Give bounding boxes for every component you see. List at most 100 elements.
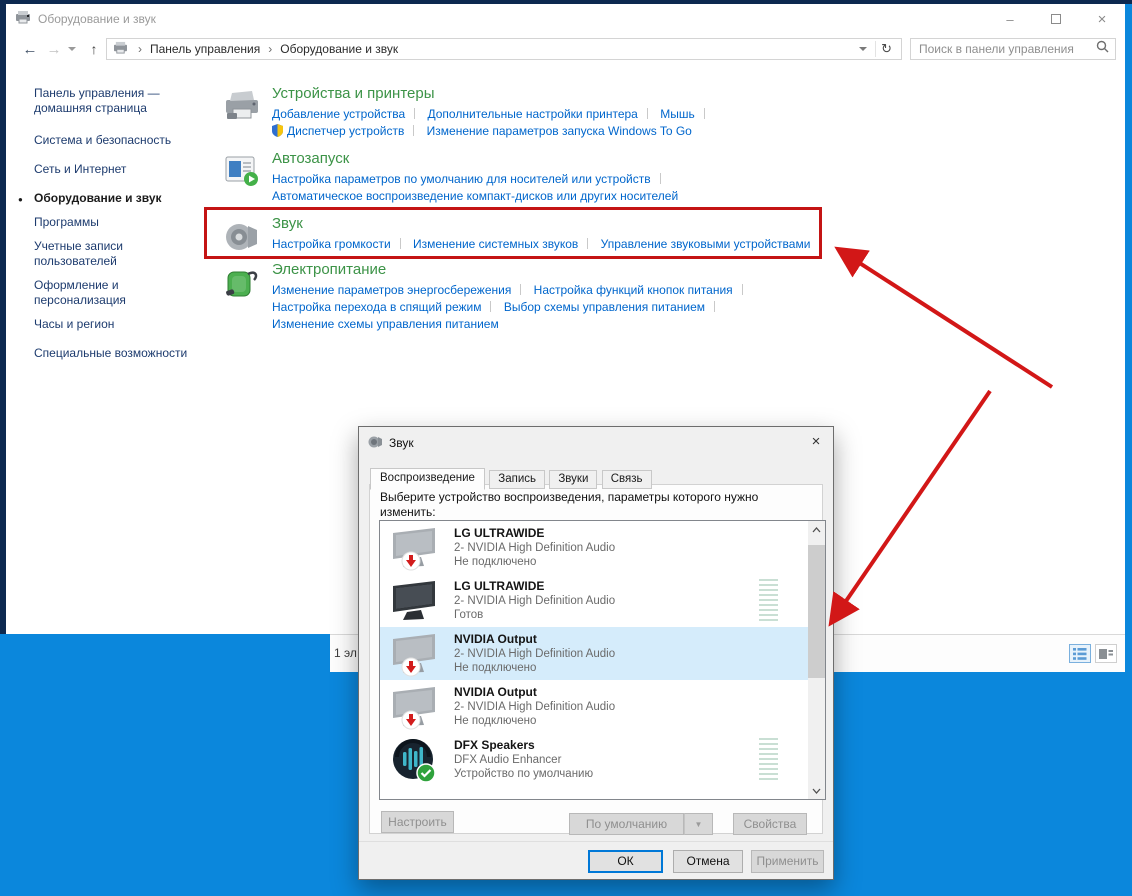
hardware-printer-app-icon bbox=[15, 10, 31, 29]
set-default-dropdown-icon[interactable]: ▼ bbox=[684, 813, 713, 835]
instruction-text: Выберите устройство воспроизведения, пар… bbox=[380, 490, 810, 520]
refresh-icon[interactable]: ↻ bbox=[875, 41, 897, 57]
dialog-tabs: Воспроизведение Запись Звуки Связь bbox=[370, 467, 653, 489]
navigation-bar: ← → ↑ › Панель управления › Оборудование… bbox=[6, 34, 1125, 64]
device-status: Устройство по умолчанию bbox=[454, 767, 593, 781]
address-dropdown-icon[interactable] bbox=[859, 47, 867, 51]
breadcrumb-control-panel[interactable]: Панель управления bbox=[150, 42, 260, 56]
apply-button[interactable]: Применить bbox=[751, 850, 824, 873]
link-autoplay-defaults[interactable]: Настройка параметров по умолчанию для но… bbox=[272, 172, 651, 186]
device-name: LG ULTRAWIDE bbox=[454, 526, 615, 540]
tab-sounds[interactable]: Звуки bbox=[549, 470, 597, 489]
sidebar-item-network-internet[interactable]: Сеть и Интернет bbox=[34, 162, 202, 177]
link-add-device[interactable]: Добавление устройства bbox=[272, 107, 405, 121]
link-autoplay-cd[interactable]: Автоматическое воспроизведение компакт-д… bbox=[272, 189, 678, 203]
playback-device-list: LG ULTRAWIDE 2- NVIDIA High Definition A… bbox=[379, 520, 826, 800]
printer-icon bbox=[224, 90, 262, 127]
sidebar-item-user-accounts[interactable]: Учетные записи пользователей bbox=[34, 239, 202, 269]
link-mouse[interactable]: Мышь bbox=[660, 107, 695, 121]
scrollbar[interactable] bbox=[808, 521, 825, 799]
breadcrumb-separator: › bbox=[138, 42, 142, 56]
dialog-close-button[interactable]: × bbox=[799, 427, 833, 455]
autoplay-icon bbox=[224, 155, 260, 192]
device-status: Не подключено bbox=[454, 714, 615, 728]
details-view-icon[interactable] bbox=[1069, 644, 1091, 663]
power-icon bbox=[224, 266, 260, 305]
forward-button[interactable]: → bbox=[42, 41, 66, 58]
set-default-button[interactable]: По умолчанию bbox=[569, 813, 684, 835]
sidebar-item-ease-of-access[interactable]: Специальные возможности bbox=[34, 346, 202, 361]
breadcrumb-hardware-sound[interactable]: Оборудование и звук bbox=[280, 42, 398, 56]
device-name: LG ULTRAWIDE bbox=[454, 579, 615, 593]
device-item[interactable]: LG ULTRAWIDE 2- NVIDIA High Definition A… bbox=[380, 521, 808, 574]
title-bar: Оборудование и звук – × bbox=[6, 4, 1125, 34]
link-edit-power-plan[interactable]: Изменение схемы управления питанием bbox=[272, 317, 499, 331]
link-adjust-volume[interactable]: Настройка громкости bbox=[272, 237, 391, 251]
back-button[interactable]: ← bbox=[18, 41, 42, 58]
minimize-button[interactable]: – bbox=[987, 4, 1033, 34]
monitor-disconnected-icon bbox=[389, 631, 441, 677]
device-driver: 2- NVIDIA High Definition Audio bbox=[454, 700, 615, 714]
device-item[interactable]: DFX Speakers DFX Audio Enhancer Устройст… bbox=[380, 733, 808, 786]
link-power-buttons[interactable]: Настройка функций кнопок питания bbox=[534, 283, 733, 297]
dialog-title-bar: Звук × bbox=[359, 427, 833, 459]
thumbnails-view-icon[interactable] bbox=[1095, 644, 1117, 663]
device-driver: 2- NVIDIA High Definition Audio bbox=[454, 647, 615, 661]
section-devices-printers: Устройства и принтеры Добавление устройс… bbox=[224, 85, 714, 142]
device-status: Не подключено bbox=[454, 661, 615, 675]
sidebar-item-hardware-sound[interactable]: Оборудование и звук bbox=[34, 191, 202, 206]
sidebar-item-home[interactable]: Панель управления — домашняя страница bbox=[34, 86, 202, 116]
tab-playback[interactable]: Воспроизведение bbox=[370, 468, 485, 490]
cancel-button[interactable]: Отмена bbox=[673, 850, 743, 873]
link-windows-to-go[interactable]: Изменение параметров запуска Windows To … bbox=[427, 124, 692, 138]
section-power: Электропитание Изменение параметров энер… bbox=[224, 261, 752, 333]
dialog-title: Звук bbox=[389, 436, 414, 450]
device-status: Готов bbox=[454, 608, 615, 622]
section-title-autoplay[interactable]: Автозапуск bbox=[272, 150, 678, 167]
section-title-sound[interactable]: Звук bbox=[272, 215, 810, 232]
close-button[interactable]: × bbox=[1079, 4, 1125, 34]
link-power-saving[interactable]: Изменение параметров энергосбережения bbox=[272, 283, 511, 297]
sidebar-item-appearance[interactable]: Оформление и персонализация bbox=[34, 278, 202, 308]
address-bar[interactable]: › Панель управления › Оборудование и зву… bbox=[106, 38, 902, 60]
link-sleep-settings[interactable]: Настройка перехода в спящий режим bbox=[272, 300, 481, 314]
tab-recording[interactable]: Запись bbox=[489, 470, 545, 489]
section-sound: Звук Настройка громкости Изменение систе… bbox=[224, 215, 810, 253]
dfx-default-device-icon bbox=[389, 737, 441, 783]
scroll-down-icon[interactable] bbox=[808, 782, 825, 799]
device-driver: 2- NVIDIA High Definition Audio bbox=[454, 541, 615, 555]
link-manage-audio-devices[interactable]: Управление звуковыми устройствами bbox=[601, 237, 811, 251]
sidebar-item-clock-region[interactable]: Часы и регион bbox=[34, 317, 202, 332]
device-item[interactable]: LG ULTRAWIDE 2- NVIDIA High Definition A… bbox=[380, 574, 808, 627]
sidebar-item-programs[interactable]: Программы bbox=[34, 215, 202, 230]
device-item-selected[interactable]: NVIDIA Output 2- NVIDIA High Definition … bbox=[380, 627, 808, 680]
link-choose-power-plan[interactable]: Выбор схемы управления питанием bbox=[504, 300, 705, 314]
sidebar-item-system-security[interactable]: Система и безопасность bbox=[34, 133, 202, 148]
section-title-power[interactable]: Электропитание bbox=[272, 261, 752, 278]
section-title-devices-printers[interactable]: Устройства и принтеры bbox=[272, 85, 714, 102]
volume-level-meter bbox=[759, 738, 778, 782]
search-icon[interactable] bbox=[1096, 40, 1109, 58]
link-device-manager[interactable]: Диспетчер устройств bbox=[287, 124, 404, 138]
link-advanced-printer-settings[interactable]: Дополнительные настройки принтера bbox=[428, 107, 638, 121]
properties-button[interactable]: Свойства bbox=[733, 813, 807, 835]
scrollbar-thumb[interactable] bbox=[808, 545, 825, 678]
status-items-count: 1 эл bbox=[334, 646, 357, 660]
search-box[interactable]: Поиск в панели управления bbox=[910, 38, 1116, 60]
ok-button[interactable]: ОК bbox=[588, 850, 663, 873]
configure-button[interactable]: Настроить bbox=[381, 811, 454, 833]
dialog-speaker-icon bbox=[368, 435, 383, 452]
history-dropdown-icon[interactable] bbox=[68, 47, 76, 51]
tab-communications[interactable]: Связь bbox=[602, 470, 652, 489]
maximize-button[interactable] bbox=[1033, 4, 1079, 34]
device-driver: DFX Audio Enhancer bbox=[454, 753, 593, 767]
dialog-separator bbox=[359, 841, 833, 842]
scroll-up-icon[interactable] bbox=[808, 521, 825, 538]
monitor-disconnected-icon bbox=[389, 684, 441, 730]
device-name: NVIDIA Output bbox=[454, 685, 615, 699]
link-change-system-sounds[interactable]: Изменение системных звуков bbox=[413, 237, 578, 251]
device-item[interactable]: NVIDIA Output 2- NVIDIA High Definition … bbox=[380, 680, 808, 733]
speaker-icon bbox=[224, 220, 260, 259]
device-driver: 2- NVIDIA High Definition Audio bbox=[454, 594, 615, 608]
up-button[interactable]: ↑ bbox=[82, 41, 106, 57]
